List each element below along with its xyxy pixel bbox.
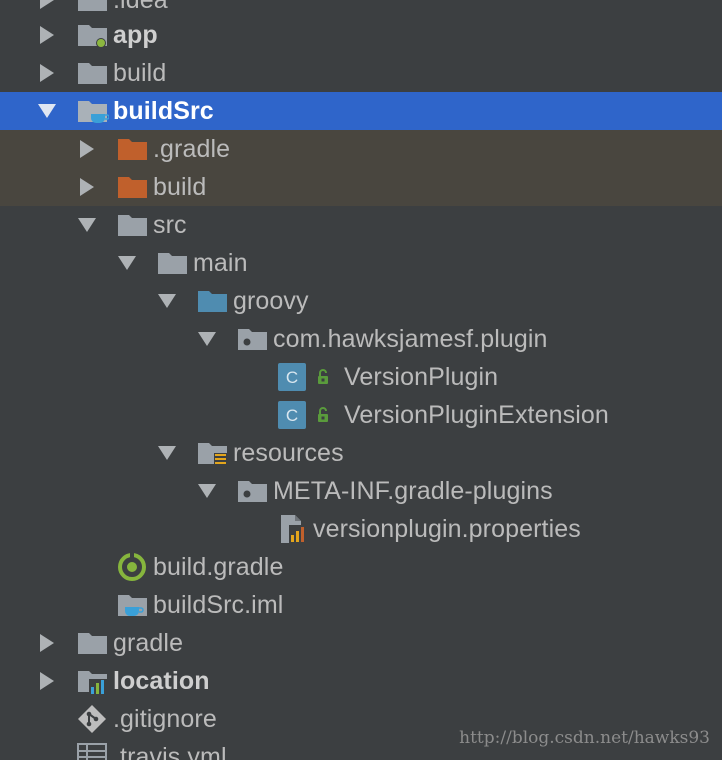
tree-item-label: .gradle <box>153 135 231 163</box>
tree-item-build-gradle[interactable]: build.gradle <box>0 548 722 586</box>
expand-arrow-icon[interactable] <box>75 130 99 168</box>
tree-item-label: VersionPluginExtension <box>344 401 609 429</box>
collapse-arrow-icon[interactable] <box>75 206 99 244</box>
tree-item-versionplugin[interactable]: C VersionPlugin <box>0 358 722 396</box>
tree-item-src[interactable]: src <box>0 206 722 244</box>
tree-item-location[interactable]: location <box>0 662 722 700</box>
collapse-arrow-icon[interactable] <box>35 92 59 130</box>
tree-item-label: .travis.yml <box>113 743 227 760</box>
gradle-file-icon <box>117 553 149 581</box>
chart-folder-icon <box>77 667 109 695</box>
collapse-arrow-icon[interactable] <box>195 472 219 510</box>
tree-item-gradle[interactable]: gradle <box>0 624 722 662</box>
gitignore-file-icon <box>77 705 109 733</box>
tree-item-build-excluded[interactable]: build <box>0 168 722 206</box>
tree-item-label: resources <box>233 439 344 467</box>
expand-arrow-icon[interactable] <box>35 662 59 700</box>
tree-item-label: build <box>113 59 167 87</box>
tree-item-build[interactable]: build <box>0 54 722 92</box>
tree-item-label: build <box>153 173 207 201</box>
collapse-arrow-icon[interactable] <box>115 244 139 282</box>
tree-item-app[interactable]: app <box>0 16 722 54</box>
tree-item-label: VersionPlugin <box>344 363 499 391</box>
collapse-arrow-icon[interactable] <box>195 320 219 358</box>
tree-item-label: gradle <box>113 629 184 657</box>
tree-item-label: main <box>193 249 248 277</box>
tree-item-label: build.gradle <box>153 553 284 581</box>
tree-item-label: location <box>113 667 210 695</box>
properties-file-icon <box>277 515 309 543</box>
tree-item-label: META-INF.gradle-plugins <box>273 477 553 505</box>
folder-icon <box>77 629 109 657</box>
tree-item-label: com.hawksjamesf.plugin <box>273 325 548 353</box>
tree-item-buildsrc-iml[interactable]: buildSrc.iml <box>0 586 722 624</box>
collapse-arrow-icon[interactable] <box>155 434 179 472</box>
tree-item-versionplugin-properties[interactable]: versionplugin.properties <box>0 510 722 548</box>
groovy-class-icon: C <box>277 363 337 391</box>
expand-arrow-icon[interactable] <box>35 16 59 54</box>
groovy-class-icon: C <box>277 401 337 429</box>
project-tree: .idea app build buildSrc .gradle build s… <box>0 0 722 760</box>
tree-item-buildsrc[interactable]: buildSrc <box>0 92 722 130</box>
collapse-arrow-icon[interactable] <box>155 282 179 320</box>
expand-arrow-icon[interactable] <box>75 168 99 206</box>
excluded-folder-icon <box>117 135 149 163</box>
tree-item-label: versionplugin.properties <box>313 515 581 543</box>
tree-item-groovy[interactable]: groovy <box>0 282 722 320</box>
tree-item-label: groovy <box>233 287 309 315</box>
tree-item-package-plugin[interactable]: com.hawksjamesf.plugin <box>0 320 722 358</box>
tree-item-label: src <box>153 211 187 239</box>
package-icon <box>237 477 269 505</box>
folder-icon <box>157 249 189 277</box>
expand-arrow-icon[interactable] <box>35 624 59 662</box>
svg-text:C: C <box>286 368 298 387</box>
folder-icon <box>77 59 109 87</box>
tree-item-main[interactable]: main <box>0 244 722 282</box>
excluded-folder-icon <box>117 173 149 201</box>
package-icon <box>237 325 269 353</box>
folder-icon <box>117 211 149 239</box>
svg-text:C: C <box>286 406 298 425</box>
yaml-file-icon <box>77 743 109 760</box>
folder-icon <box>77 0 109 14</box>
tree-item-label: buildSrc.iml <box>153 591 284 619</box>
source-root-folder-icon <box>197 287 229 315</box>
resources-folder-icon <box>197 439 229 467</box>
tree-item-label: app <box>113 21 158 49</box>
iml-file-icon <box>117 591 149 619</box>
watermark: http://blog.csdn.net/hawks93 <box>459 728 710 748</box>
module-folder-icon <box>77 21 109 49</box>
tree-item-resources[interactable]: resources <box>0 434 722 472</box>
module-folder-icon <box>77 97 110 125</box>
tree-item-package-meta-inf[interactable]: META-INF.gradle-plugins <box>0 472 722 510</box>
tree-item-label: .gitignore <box>113 705 217 733</box>
expand-arrow-icon[interactable] <box>35 54 59 92</box>
tree-item-dot-gradle[interactable]: .gradle <box>0 130 722 168</box>
tree-item-label: buildSrc <box>113 97 214 125</box>
tree-item-versionpluginextension[interactable]: C VersionPluginExtension <box>0 396 722 434</box>
